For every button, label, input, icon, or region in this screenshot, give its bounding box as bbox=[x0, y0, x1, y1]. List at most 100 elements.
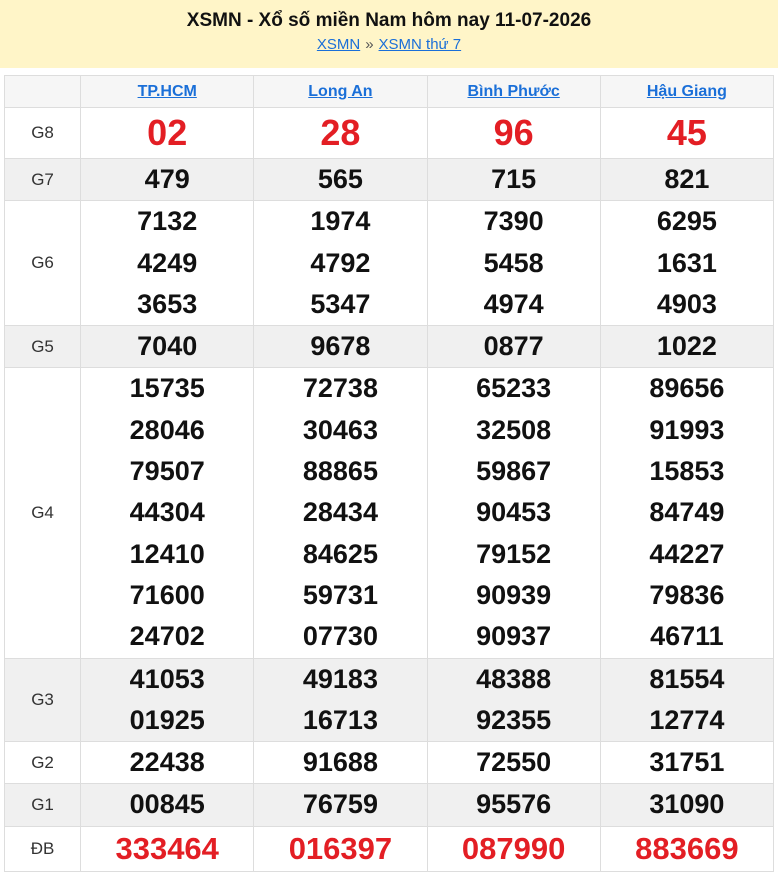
prize-cell: 31751 bbox=[599, 741, 775, 785]
prize-number: 46711 bbox=[650, 621, 724, 652]
prize-number: 96 bbox=[493, 112, 534, 154]
prize-cell: 479 bbox=[80, 157, 255, 202]
prize-number: 59731 bbox=[302, 579, 378, 610]
prize-number: 31090 bbox=[649, 789, 725, 820]
prize-cell: 016397 bbox=[253, 825, 428, 872]
prize-row-db: ĐB 333464 016397 087990 883669 bbox=[3, 825, 775, 872]
prize-cell: 28 bbox=[253, 107, 428, 159]
prize-label: G7 bbox=[3, 157, 82, 202]
province-link-long-an[interactable]: Long An bbox=[308, 83, 372, 100]
prize-number: 22438 bbox=[129, 747, 205, 778]
prize-number: 15735 bbox=[129, 373, 205, 404]
prize-number: 4903 bbox=[656, 288, 717, 319]
prize-number: 7390 bbox=[483, 206, 544, 237]
prize-number: 15853 bbox=[649, 456, 725, 487]
prize-label: G2 bbox=[3, 741, 82, 785]
prize-number: 71600 bbox=[129, 579, 205, 610]
prize-cell: 65233 32508 59867 90453 79152 90939 90937 bbox=[426, 367, 601, 659]
prize-cell: 0877 bbox=[426, 325, 601, 369]
prize-number: 1974 bbox=[310, 206, 371, 237]
prize-number: 715 bbox=[491, 164, 537, 194]
prize-number: 89656 bbox=[649, 373, 725, 404]
breadcrumb-separator: » bbox=[365, 36, 374, 53]
prize-table-body: G8 02 28 96 45 G7 479 565 715 821 G6 7132 4249 3653 19… bbox=[3, 107, 775, 872]
prize-label: G3 bbox=[3, 657, 82, 743]
prize-cell: 02 bbox=[80, 107, 255, 159]
province-link-tphcm[interactable]: TP.HCM bbox=[138, 83, 197, 100]
prize-label: G1 bbox=[3, 783, 82, 827]
results-table: TP.HCM Long An Bình Phước Hậu Giang G8 02… bbox=[3, 75, 775, 872]
prize-cell: 9678 bbox=[253, 325, 428, 369]
prize-number: 07730 bbox=[302, 621, 378, 652]
breadcrumb-xsmn-link[interactable]: XSMN bbox=[317, 36, 360, 53]
prize-number: 79836 bbox=[649, 579, 725, 610]
prize-number: 41053 bbox=[129, 663, 205, 694]
prize-number: 45 bbox=[666, 112, 707, 154]
prize-number: 479 bbox=[144, 164, 190, 194]
prize-cell: 883669 bbox=[599, 825, 775, 872]
prize-label: G8 bbox=[3, 107, 82, 159]
province-link-binh-phuoc[interactable]: Bình Phước bbox=[467, 83, 559, 100]
prize-cell: 7132 4249 3653 bbox=[80, 200, 255, 327]
prize-cell: 81554 12774 bbox=[599, 657, 775, 743]
prize-cell: 1974 4792 5347 bbox=[253, 200, 428, 327]
prize-cell: 087990 bbox=[426, 825, 601, 872]
prize-number: 016397 bbox=[288, 831, 393, 867]
prize-number: 32508 bbox=[476, 414, 552, 445]
prize-number: 90937 bbox=[476, 621, 552, 652]
prize-cell: 565 bbox=[253, 157, 428, 202]
prize-number: 9678 bbox=[310, 331, 371, 362]
prize-cell: 49183 16713 bbox=[253, 657, 428, 743]
prize-number: 821 bbox=[664, 164, 710, 194]
prize-number: 31751 bbox=[649, 747, 725, 778]
province-header-row: TP.HCM Long An Bình Phước Hậu Giang bbox=[3, 75, 775, 108]
prize-number: 565 bbox=[317, 164, 363, 194]
breadcrumb-xsmn-thu7-link[interactable]: XSMN thứ 7 bbox=[379, 36, 462, 53]
prize-number: 44227 bbox=[649, 538, 725, 569]
prize-number: 12410 bbox=[129, 538, 205, 569]
prize-number: 24702 bbox=[129, 621, 205, 652]
prize-number: 7132 bbox=[137, 206, 198, 237]
prize-cell: 96 bbox=[426, 107, 601, 159]
province-header: TP.HCM bbox=[80, 75, 255, 108]
prize-number: 72550 bbox=[476, 747, 552, 778]
prize-number: 88865 bbox=[302, 456, 378, 487]
page-header: XSMN - Xổ số miền Nam hôm nay 11-07-2026… bbox=[0, 0, 778, 68]
prize-number: 4974 bbox=[483, 288, 544, 319]
province-link-hau-giang[interactable]: Hậu Giang bbox=[647, 83, 727, 100]
prize-cell: 95576 bbox=[426, 783, 601, 827]
prize-label: G6 bbox=[3, 200, 82, 327]
prize-label: ĐB bbox=[3, 825, 82, 872]
prize-cell: 7390 5458 4974 bbox=[426, 200, 601, 327]
prize-cell: 7040 bbox=[80, 325, 255, 369]
prize-number: 84625 bbox=[302, 538, 378, 569]
prize-cell: 91688 bbox=[253, 741, 428, 785]
prize-cell: 76759 bbox=[253, 783, 428, 827]
prize-row-g2: G2 22438 91688 72550 31751 bbox=[3, 741, 775, 785]
province-header: Hậu Giang bbox=[599, 75, 775, 108]
prize-cell: 6295 1631 4903 bbox=[599, 200, 775, 327]
prize-number: 84749 bbox=[649, 497, 725, 528]
prize-number: 90939 bbox=[476, 579, 552, 610]
prize-row-g6: G6 7132 4249 3653 1974 4792 5347 7390 5458 4974 62… bbox=[3, 200, 775, 327]
prize-number: 1631 bbox=[656, 247, 717, 278]
prize-cell: 41053 01925 bbox=[80, 657, 255, 743]
prize-number: 6295 bbox=[656, 206, 717, 237]
prize-number: 7040 bbox=[137, 331, 198, 362]
prize-number: 883669 bbox=[635, 831, 739, 867]
prize-number: 5347 bbox=[310, 288, 371, 319]
prize-number: 12774 bbox=[649, 704, 725, 735]
prize-number: 91688 bbox=[302, 747, 378, 778]
prize-number: 95576 bbox=[476, 789, 552, 820]
prize-number: 1022 bbox=[656, 331, 717, 362]
prize-number: 28434 bbox=[302, 497, 378, 528]
prize-label: G5 bbox=[3, 325, 82, 369]
prize-number: 01925 bbox=[129, 704, 205, 735]
prize-label: G4 bbox=[3, 367, 82, 659]
prize-cell: 89656 91993 15853 84749 44227 79836 46711 bbox=[599, 367, 775, 659]
prize-row-g1: G1 00845 76759 95576 31090 bbox=[3, 783, 775, 827]
prize-number: 91993 bbox=[649, 414, 725, 445]
prize-cell: 22438 bbox=[80, 741, 255, 785]
prize-number: 333464 bbox=[115, 831, 219, 867]
province-header: Long An bbox=[253, 75, 428, 108]
